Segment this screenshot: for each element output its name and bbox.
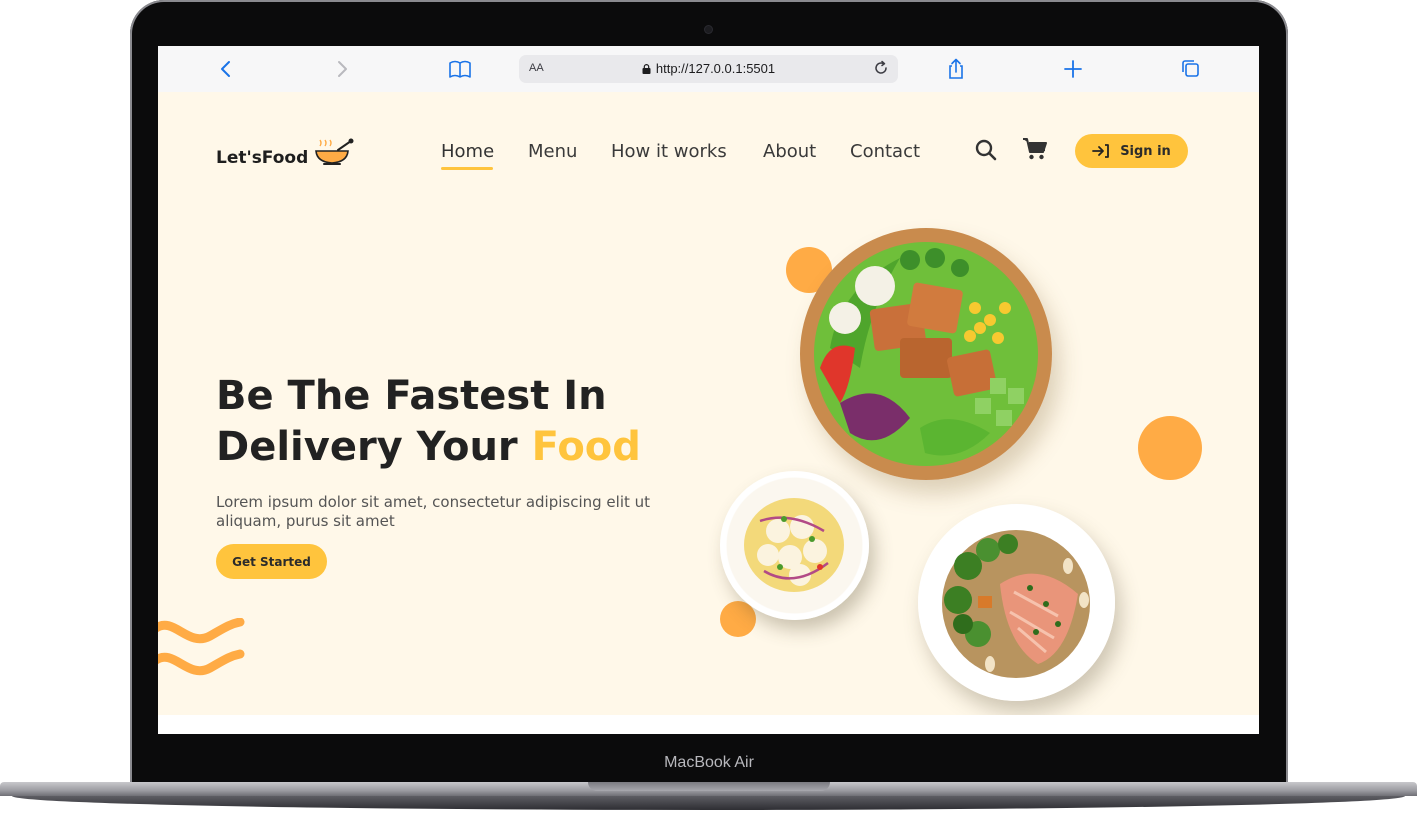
browser-window: AA http://127.0.0.1:5501 Let'sFood Home …	[158, 46, 1259, 734]
nav-menu[interactable]: Menu	[528, 141, 577, 162]
laptop-underside	[12, 796, 1405, 810]
nav-home[interactable]: Home	[441, 141, 494, 162]
device-label: MacBook Air	[664, 754, 754, 771]
decor-circle	[1138, 416, 1202, 480]
bookmarks-icon[interactable]	[448, 58, 472, 80]
back-icon[interactable]	[214, 58, 238, 80]
camera	[705, 26, 712, 33]
nav-how-it-works[interactable]: How it works	[611, 141, 727, 162]
hero-description: Lorem ipsum dolor sit amet, consectetur …	[216, 493, 651, 530]
browser-toolbar: AA http://127.0.0.1:5501	[158, 46, 1259, 93]
forward-icon[interactable]	[330, 58, 354, 80]
decor-squiggle	[158, 618, 245, 676]
headline-line-1: Be The Fastest In	[216, 373, 607, 419]
laptop-base	[0, 782, 1417, 814]
bowl-logo-icon	[315, 138, 354, 165]
search-icon[interactable]	[974, 138, 998, 162]
nav-active-indicator	[441, 167, 493, 170]
url-display: http://127.0.0.1:5501	[519, 61, 898, 76]
laptop-notch	[588, 782, 830, 791]
sign-in-icon	[1092, 144, 1110, 158]
get-started-button[interactable]: Get Started	[216, 544, 327, 579]
cart-icon[interactable]	[1022, 136, 1048, 162]
nav-about[interactable]: About	[763, 141, 816, 162]
headline-accent: Food	[531, 424, 641, 470]
lock-icon	[642, 64, 651, 74]
salmon-plate-image	[918, 504, 1115, 701]
sign-in-label: Sign in	[1120, 143, 1171, 159]
brand-logo[interactable]: Let'sFood	[216, 148, 308, 168]
landing-page: Let'sFood Home Menu How it works About C…	[158, 92, 1259, 715]
sign-in-button[interactable]: Sign in	[1075, 134, 1188, 168]
hero-headline: Be The Fastest In Delivery Your Food	[216, 371, 641, 473]
url-text: http://127.0.0.1:5501	[655, 61, 776, 76]
address-bar[interactable]: AA http://127.0.0.1:5501	[519, 55, 898, 83]
nav-contact[interactable]: Contact	[850, 141, 920, 162]
share-icon[interactable]	[944, 58, 968, 80]
new-tab-icon[interactable]	[1061, 58, 1085, 80]
tabs-icon[interactable]	[1179, 58, 1203, 80]
reload-icon[interactable]	[873, 60, 889, 76]
salad-bowl-image	[800, 228, 1052, 480]
headline-line-2: Delivery Your	[216, 424, 518, 470]
ceviche-bowl-image	[720, 471, 869, 620]
